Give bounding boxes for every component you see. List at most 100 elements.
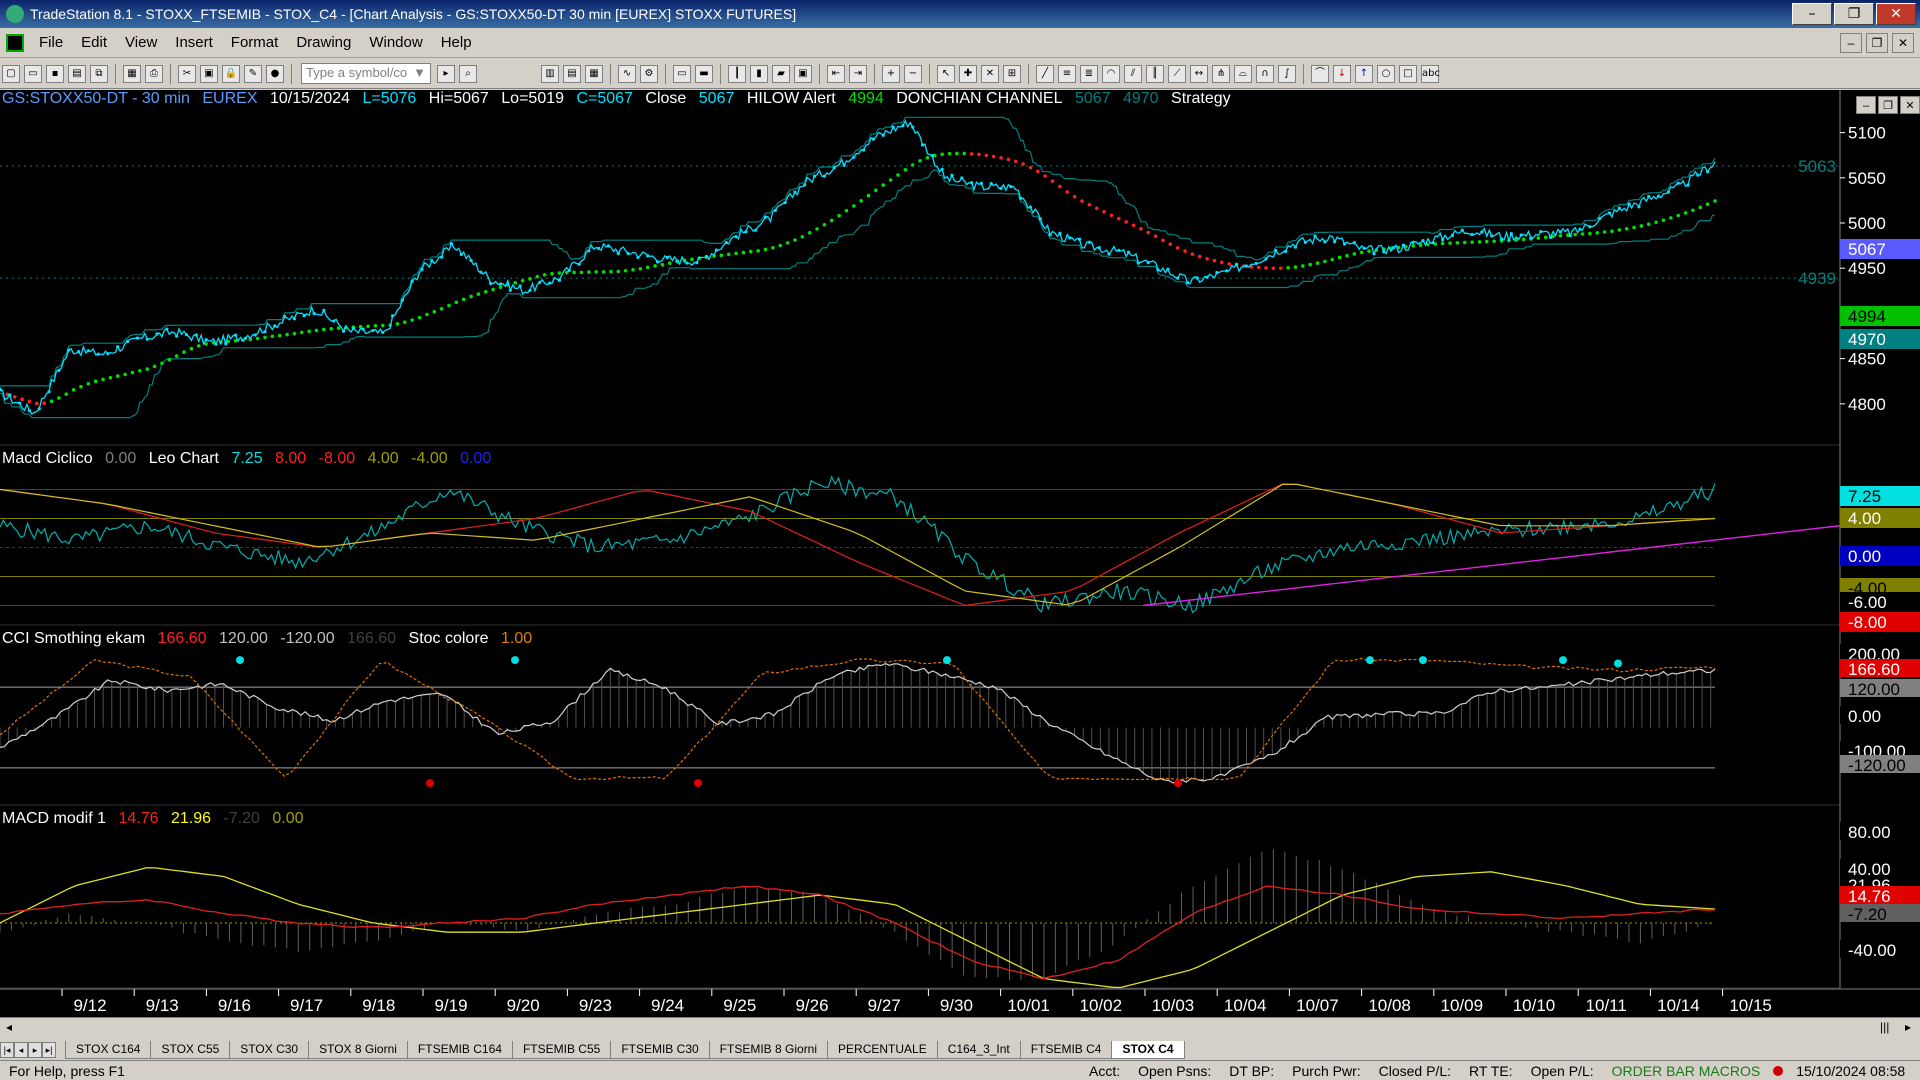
print-icon[interactable]: ⎙ [145, 64, 163, 83]
paste-icon[interactable]: ▣ [200, 64, 218, 83]
menu-drawing[interactable]: Drawing [287, 34, 360, 51]
mdi-restore-button[interactable]: ❐ [1866, 32, 1888, 53]
freehand-icon[interactable]: ∫ [1278, 64, 1296, 83]
tab-prev-icon[interactable]: ◂ [14, 1042, 28, 1058]
print-preview-icon[interactable]: ▦ [123, 64, 141, 83]
tab-ftsemib-c4[interactable]: FTSEMIB C4 [1019, 1041, 1113, 1059]
menu-help[interactable]: Help [432, 34, 481, 51]
open-icon[interactable]: ▭ [24, 64, 42, 83]
tab-stox-c30[interactable]: STOX C30 [229, 1041, 310, 1059]
tab-c164-3-int[interactable]: C164_3_Int [936, 1041, 1021, 1059]
moving-average-dot [322, 327, 326, 332]
tab-ftsemib-c30[interactable]: FTSEMIB C30 [610, 1041, 710, 1059]
new-icon[interactable]: ▢ [2, 64, 20, 83]
menu-window[interactable]: Window [360, 34, 431, 51]
tab-next-icon[interactable]: ▸ [28, 1042, 42, 1058]
lock-icon[interactable]: 🔒 [222, 64, 240, 83]
horizontal-line-icon[interactable]: ≡ [1058, 64, 1076, 83]
moving-average-dot [1536, 236, 1541, 240]
line-chart-icon[interactable]: ▰ [772, 64, 790, 83]
chart-window-icon[interactable] [6, 33, 24, 52]
symbol-lookup-icon[interactable]: ⌕ [459, 64, 477, 83]
channel-icon[interactable]: ⫽ [1124, 64, 1142, 83]
chart-minimize-button[interactable]: – [1856, 96, 1876, 114]
color-icon[interactable]: ● [266, 64, 284, 83]
dropdown-arrow-icon[interactable]: ▼ [413, 65, 426, 82]
tab-first-icon[interactable]: |◂ [0, 1042, 14, 1058]
crosshair-icon[interactable]: ✚ [959, 64, 977, 83]
matrix-icon[interactable]: ▦ [585, 64, 603, 83]
spacing-decrease-icon[interactable]: ⇤ [827, 64, 845, 83]
order-bar-macros[interactable]: ORDER BAR MACROS [1603, 1063, 1770, 1079]
moving-average-dot [182, 350, 186, 354]
format-window-icon[interactable]: ▭ [673, 64, 691, 83]
chart-canvas[interactable]: 5100505050004950490048504800506349395067… [0, 90, 1920, 1015]
chart-analysis-window[interactable]: 5100505050004950490048504800506349395067… [0, 90, 1920, 1027]
ellipse-icon[interactable]: ○ [1377, 64, 1395, 83]
scroll-right-icon[interactable]: ▸ [1905, 1020, 1911, 1034]
cycle-icon[interactable]: ∩ [1256, 64, 1274, 83]
arc-icon[interactable]: ◠ [1102, 64, 1120, 83]
arrow-down-icon[interactable]: ↓ [1333, 64, 1351, 83]
chart-restore-button[interactable]: ❐ [1878, 96, 1898, 114]
tab-last-icon[interactable]: ▸| [42, 1042, 56, 1058]
tab-stox-8-giorni[interactable]: STOX 8 Giorni [308, 1041, 408, 1059]
mdi-close-button[interactable]: ✕ [1892, 32, 1914, 53]
tab-stox-c4[interactable]: STOX C4 [1111, 1041, 1185, 1059]
tab-stox-c164[interactable]: STOX C164 [65, 1041, 152, 1059]
tab-ftsemib-8-giorni[interactable]: FTSEMIB 8 Giorni [708, 1041, 829, 1059]
menu-edit[interactable]: Edit [72, 34, 116, 51]
horizontal-scrollbar[interactable]: ◂ ||| ▸ [0, 1017, 1920, 1037]
chart-close-button[interactable]: ✕ [1900, 96, 1920, 114]
menu-view[interactable]: View [116, 34, 166, 51]
trendline-icon[interactable]: ╱ [1036, 64, 1054, 83]
tab-ftsemib-c164[interactable]: FTSEMIB C164 [406, 1041, 513, 1059]
arrow-up-icon[interactable]: ↑ [1355, 64, 1373, 83]
menu-insert[interactable]: Insert [166, 34, 222, 51]
insert-study-icon[interactable]: ∿ [618, 64, 636, 83]
copy-icon[interactable]: ⧉ [90, 64, 108, 83]
tab-percentuale[interactable]: PERCENTUALE [827, 1041, 938, 1059]
bar-chart-icon[interactable]: ┃ [728, 64, 746, 83]
zoom-out-icon[interactable]: − [904, 64, 922, 83]
main-legend: GS:STOXX50-DT - 30 min EUREX 10/15/2024 … [2, 90, 1239, 108]
symbol-go-icon[interactable]: ▸ [437, 64, 455, 83]
arc-tool-icon[interactable]: ⌒ [1311, 64, 1329, 83]
radarscreen-icon[interactable]: ▤ [563, 64, 581, 83]
drawing-tools-icon[interactable]: ✕ [981, 64, 999, 83]
format-icon[interactable]: ✎ [244, 64, 262, 83]
cut-icon[interactable]: ✂ [178, 64, 196, 83]
chart-analysis-icon[interactable]: ▥ [541, 64, 559, 83]
fibonacci-icon[interactable]: ≣ [1080, 64, 1098, 83]
minimize-button[interactable]: – [1792, 3, 1832, 25]
menu-file[interactable]: File [30, 34, 72, 51]
pointer-icon[interactable]: ↖ [937, 64, 955, 83]
symbol-input[interactable]: Type a symbol/co ▼ [301, 63, 431, 84]
workspace-icon[interactable]: ▤ [68, 64, 86, 83]
speed-line-icon[interactable]: ⟋ [1168, 64, 1186, 83]
format-symbol-icon[interactable]: ▬ [695, 64, 713, 83]
scroll-thumb-icon[interactable]: ||| [1880, 1020, 1889, 1034]
save-icon[interactable]: ▪ [46, 64, 64, 83]
data-window-icon[interactable]: ▣ [794, 64, 812, 83]
text-icon[interactable]: abc [1421, 64, 1440, 83]
candle-chart-icon[interactable]: ▮ [750, 64, 768, 83]
scroll-left-icon[interactable]: ◂ [6, 1020, 12, 1034]
spacing-increase-icon[interactable]: ⇥ [849, 64, 867, 83]
vertical-line-icon[interactable]: ║ [1146, 64, 1164, 83]
andrews-pitchfork-icon[interactable]: ⋔ [1212, 64, 1230, 83]
gann-icon[interactable]: ⌓ [1234, 64, 1252, 83]
tab-stox-c55[interactable]: STOX C55 [150, 1041, 231, 1059]
legend-cci-v1: 166.60 [157, 630, 207, 647]
tab-ftsemib-c55[interactable]: FTSEMIB C55 [511, 1041, 612, 1059]
insert-strategy-icon[interactable]: ⚙ [640, 64, 658, 83]
moving-average-dot [785, 241, 790, 245]
mdi-minimize-button[interactable]: – [1840, 32, 1862, 53]
menu-format[interactable]: Format [222, 34, 288, 51]
rectangle-icon[interactable]: □ [1399, 64, 1417, 83]
zoom-in-icon[interactable]: + [882, 64, 900, 83]
maximize-button[interactable]: ❐ [1834, 3, 1874, 25]
extension-icon[interactable]: ↔ [1190, 64, 1208, 83]
snap-icon[interactable]: ⊞ [1003, 64, 1021, 83]
close-button[interactable]: ✕ [1876, 3, 1916, 25]
